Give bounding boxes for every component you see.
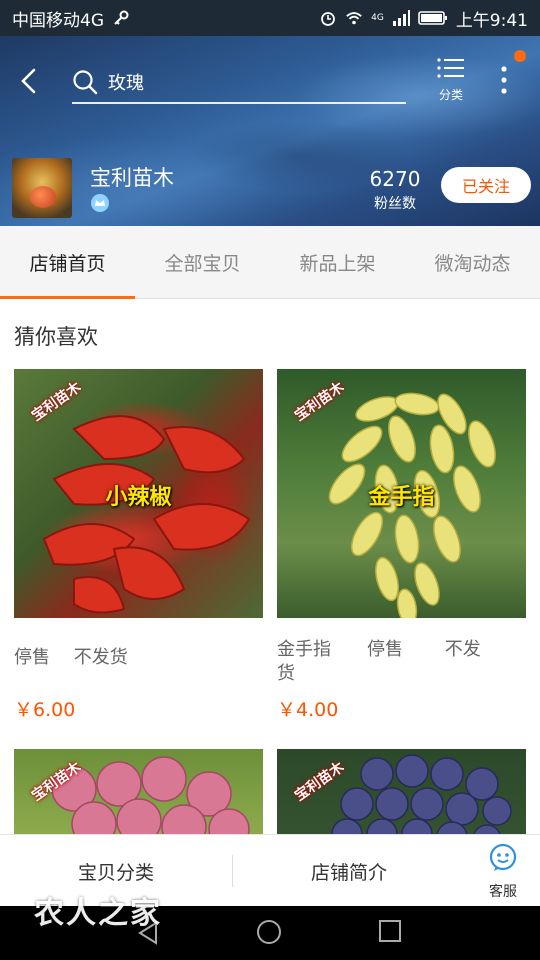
- shop-tabs: 店铺首页 全部宝贝 新品上架 微淘动态: [0, 226, 540, 299]
- crown-badge-icon: [91, 194, 109, 212]
- notification-dot: [514, 50, 526, 62]
- follow-button[interactable]: 已关注: [441, 167, 531, 203]
- tab-weitao-feed[interactable]: 微淘动态: [405, 226, 540, 298]
- back-arrow-icon[interactable]: [14, 66, 44, 96]
- shop-avatar[interactable]: [12, 158, 72, 218]
- section-title: 猜你喜欢: [14, 325, 98, 349]
- search-icon: [73, 70, 98, 95]
- customer-service-button[interactable]: 客服: [476, 843, 530, 901]
- product-price: ￥6.00: [14, 699, 76, 721]
- tab-new-arrivals[interactable]: 新品上架: [270, 226, 405, 298]
- customer-service-label: 客服: [489, 884, 517, 900]
- network-type-label: 4G: [371, 13, 384, 23]
- tab-all-items[interactable]: 全部宝贝: [135, 226, 270, 298]
- shop-intro-button[interactable]: 店铺简介: [233, 835, 465, 907]
- product-card[interactable]: 宝利苗木 金手指 金手指 停售 不发 货 ￥4.00: [277, 369, 526, 721]
- product-description-line2: 货: [277, 663, 295, 684]
- fans-count: 6270: [369, 167, 421, 191]
- product-description-line1: 金手指 停售 不发: [277, 639, 481, 660]
- shop-name: 宝利苗木: [90, 166, 174, 190]
- chat-bubble-icon: [489, 843, 517, 871]
- nav-recent-apps-icon[interactable]: [379, 920, 401, 942]
- product-description: 停售 不发货: [14, 647, 128, 668]
- signal-icon: [392, 10, 410, 26]
- nav-home-icon[interactable]: [257, 920, 281, 944]
- fans-counter: 6270 粉丝数: [368, 167, 422, 213]
- tab-shop-home[interactable]: 店铺首页: [0, 226, 135, 299]
- carrier-label: 中国移动4G: [12, 10, 104, 31]
- wifi-icon: [346, 12, 362, 25]
- fans-label: 粉丝数: [374, 196, 416, 212]
- product-price: ￥4.00: [277, 699, 339, 721]
- product-image-purple-grape[interactable]: 宝利苗木: [277, 749, 526, 834]
- list-icon: [437, 58, 464, 78]
- product-image-chili[interactable]: 宝利苗木 小辣椒: [14, 369, 263, 618]
- search-input[interactable]: 玫瑰: [72, 62, 406, 104]
- shop-header: 玫瑰 分类 宝利苗木 6270 粉丝数 已关注: [0, 36, 540, 226]
- search-query-text: 玫瑰: [108, 73, 144, 94]
- battery-icon: [418, 11, 447, 25]
- image-caption: 小辣椒: [105, 485, 172, 510]
- category-button[interactable]: 分类: [428, 56, 474, 110]
- recommendation-section: 猜你喜欢 宝利苗木 小辣椒 停售 不发货 ￥6.00 宝利苗木 金手指 金手指 …: [0, 299, 540, 834]
- product-image-golden-finger[interactable]: 宝利苗木 金手指: [277, 369, 526, 618]
- product-card[interactable]: 宝利苗木 小辣椒 停售 不发货 ￥6.00: [14, 369, 263, 721]
- alarm-icon: [321, 12, 336, 26]
- brand-watermark: 农人之家: [34, 896, 162, 931]
- category-label: 分类: [438, 88, 463, 102]
- product-image-red-grape[interactable]: 宝利苗木: [14, 749, 263, 834]
- status-bar: 中国移动4G 4G 上午9:41: [0, 0, 540, 36]
- product-card[interactable]: 宝利苗木: [14, 749, 263, 834]
- clock-label: 上午9:41: [455, 10, 528, 31]
- more-vertical-icon[interactable]: [494, 62, 514, 98]
- key-icon: [114, 10, 129, 25]
- image-caption: 金手指: [368, 485, 435, 510]
- product-card[interactable]: 宝利苗木: [277, 749, 526, 834]
